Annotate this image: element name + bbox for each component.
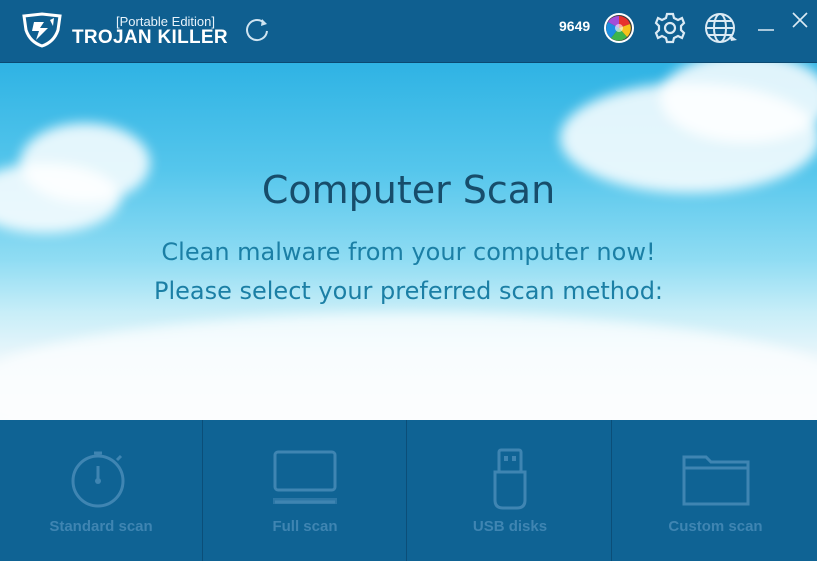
- minimize-icon[interactable]: [757, 18, 775, 32]
- scan-method-bar: Standard scan Full scan USB disks Custom…: [0, 420, 817, 561]
- laptop-icon: [273, 450, 337, 504]
- close-icon[interactable]: [790, 10, 810, 30]
- refresh-icon[interactable]: [243, 15, 271, 43]
- subtitle-line-1: Clean malware from your computer now!: [161, 238, 656, 266]
- title-bar: [Portable Edition] TROJAN KILLER 9649: [0, 0, 817, 63]
- folder-icon: [682, 455, 749, 506]
- cloud-decoration: [0, 313, 817, 420]
- custom-scan-button[interactable]: Custom scan: [614, 420, 817, 561]
- full-scan-button[interactable]: Full scan: [204, 420, 407, 561]
- full-scan-label: Full scan: [272, 518, 338, 535]
- usb-drive-icon: [493, 448, 527, 510]
- standard-scan-label: Standard scan: [49, 518, 153, 535]
- app-title: TROJAN KILLER: [72, 27, 228, 48]
- page-title: Computer Scan: [261, 168, 556, 212]
- app-window: [Portable Edition] TROJAN KILLER 9649 Co…: [0, 0, 817, 561]
- standard-scan-button[interactable]: Standard scan: [0, 420, 203, 561]
- stopwatch-icon: [71, 451, 125, 508]
- usb-disks-label: USB disks: [472, 518, 548, 535]
- hero-banner: Computer Scan Clean malware from your co…: [0, 63, 817, 420]
- gear-icon[interactable]: [653, 11, 687, 45]
- license-ball-icon[interactable]: [603, 12, 635, 44]
- subtitle-line-2: Please select your preferred scan method…: [153, 277, 664, 305]
- custom-scan-label: Custom scan: [668, 518, 763, 535]
- threat-database-count: 9649: [559, 18, 591, 34]
- shield-logo-icon: [22, 12, 62, 48]
- globe-icon[interactable]: [703, 10, 739, 46]
- usb-disks-button[interactable]: USB disks: [409, 420, 612, 561]
